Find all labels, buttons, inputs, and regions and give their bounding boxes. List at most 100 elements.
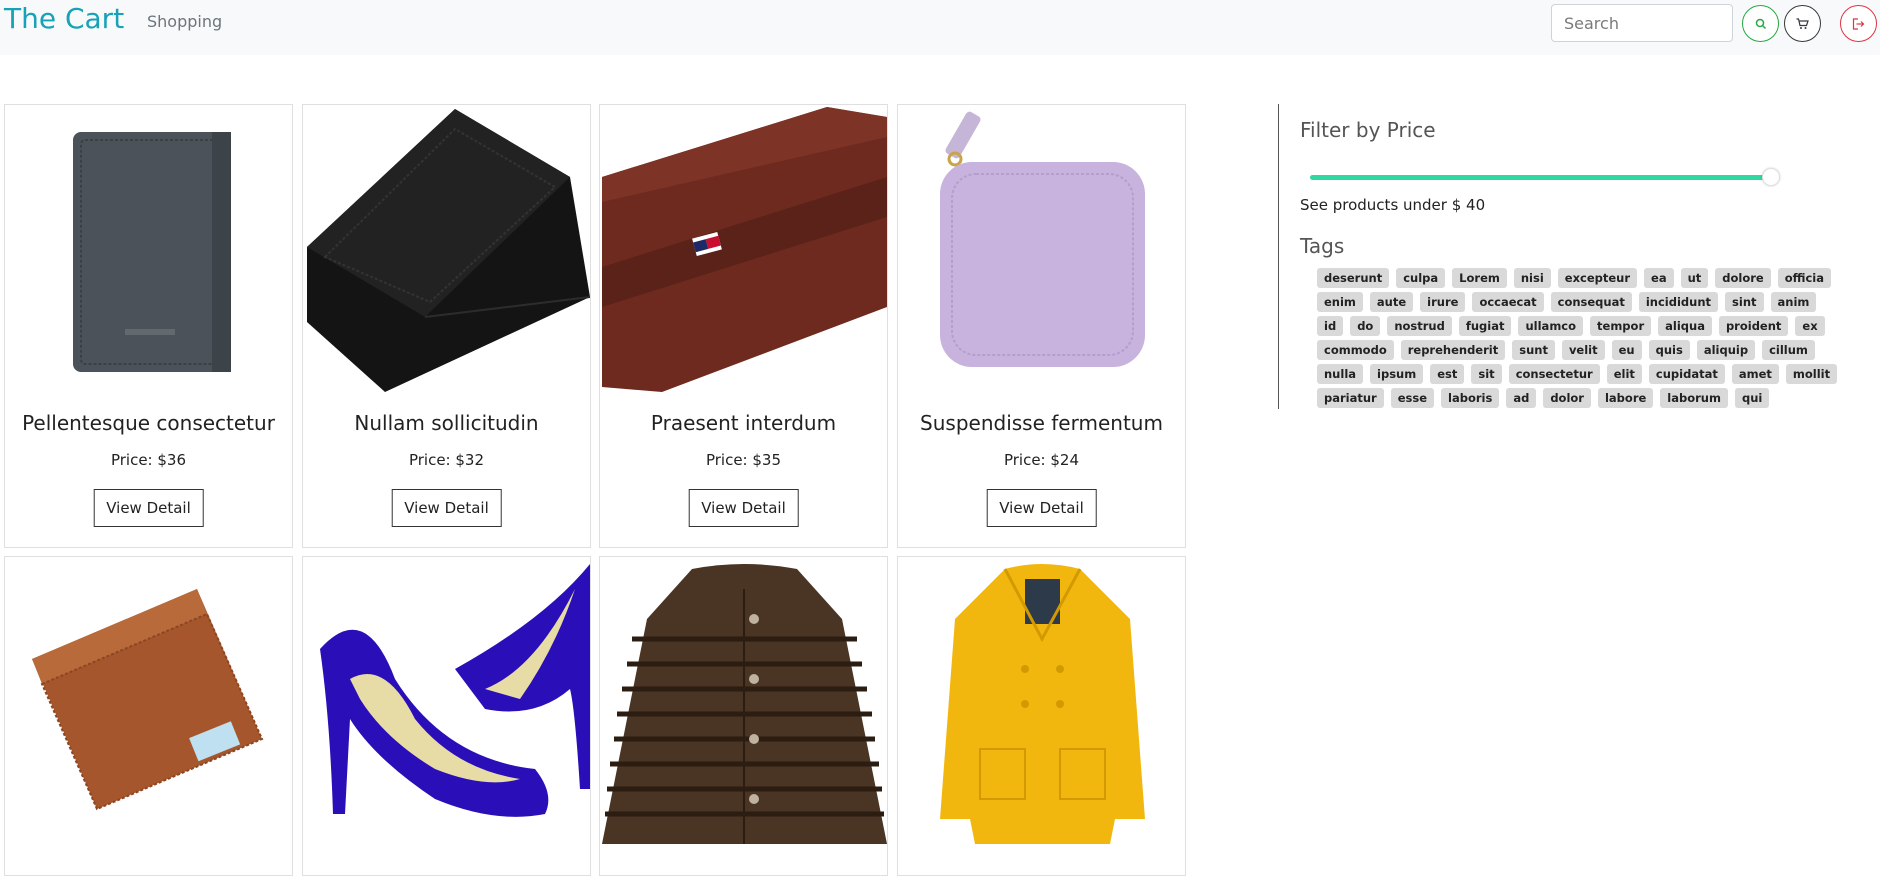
tag-chip[interactable]: dolore: [1715, 268, 1771, 288]
tag-chip[interactable]: consectetur: [1508, 364, 1600, 384]
price-slider-handle[interactable]: [1762, 168, 1780, 186]
brand-logo[interactable]: The Cart: [4, 0, 124, 38]
tag-list: deserunt culpa Lorem nisi excepteur ea ut dolor…: [1317, 268, 1847, 408]
search-input[interactable]: [1551, 4, 1733, 42]
coat-image: [602, 564, 887, 844]
tag-chip[interactable]: tempor: [1590, 316, 1652, 336]
product-title[interactable]: Pellentesque consectetur: [5, 411, 292, 435]
tag-chip[interactable]: nostrud: [1387, 316, 1452, 336]
product-image-gray-wallet[interactable]: [7, 107, 292, 392]
tag-chip[interactable]: excepteur: [1557, 268, 1638, 288]
tag-chip[interactable]: ut: [1680, 268, 1709, 288]
tag-chip[interactable]: nisi: [1513, 268, 1551, 288]
tag-chip[interactable]: elit: [1606, 364, 1642, 384]
product-image-black-wallet[interactable]: [305, 107, 590, 392]
product-image-blue-heels[interactable]: [305, 559, 590, 844]
tags-heading: Tags: [1300, 234, 1345, 258]
tag-chip[interactable]: fugiat: [1458, 316, 1512, 336]
view-detail-button[interactable]: View Detail: [688, 489, 799, 527]
tag-chip[interactable]: aliqua: [1658, 316, 1712, 336]
tag-chip[interactable]: eu: [1611, 340, 1642, 360]
product-price: Price: $24: [1003, 451, 1080, 469]
tag-chip[interactable]: nulla: [1317, 364, 1364, 384]
tag-chip[interactable]: sunt: [1512, 340, 1555, 360]
shoes-image: [320, 564, 590, 817]
product-card: [897, 556, 1186, 876]
tag-chip[interactable]: enim: [1317, 292, 1363, 312]
tag-chip[interactable]: ex: [1795, 316, 1825, 336]
tag-chip[interactable]: reprehenderit: [1400, 340, 1506, 360]
tag-chip[interactable]: incididunt: [1638, 292, 1719, 312]
price-slider-track[interactable]: [1310, 175, 1780, 180]
tag-chip[interactable]: laboris: [1441, 388, 1500, 408]
product-image-yellow-coat[interactable]: [900, 559, 1185, 844]
nav-link-shopping[interactable]: Shopping: [147, 12, 222, 31]
tag-chip[interactable]: consequat: [1550, 292, 1632, 312]
tag-chip[interactable]: sint: [1725, 292, 1764, 312]
product-image-fur-coat[interactable]: [602, 559, 887, 844]
tag-chip[interactable]: aliquip: [1696, 340, 1756, 360]
tag-chip[interactable]: est: [1430, 364, 1465, 384]
tag-chip[interactable]: ad: [1506, 388, 1537, 408]
product-price: Price: $32: [408, 451, 485, 469]
tag-chip[interactable]: velit: [1561, 340, 1605, 360]
tag-chip[interactable]: culpa: [1396, 268, 1446, 288]
navbar: The Cart Shopping: [0, 0, 1880, 55]
tag-chip[interactable]: do: [1350, 316, 1381, 336]
cart-button[interactable]: [1784, 5, 1821, 42]
product-card: Pellentesque consectetur Price: $36 View…: [4, 104, 293, 548]
tag-chip[interactable]: ea: [1644, 268, 1674, 288]
tag-chip[interactable]: qui: [1734, 388, 1770, 408]
product-title[interactable]: Nullam sollicitudin: [303, 411, 590, 435]
tag-chip[interactable]: deserunt: [1317, 268, 1390, 288]
wallet-image: [602, 107, 887, 392]
filter-sidebar: Filter by Price See products under $ 40 …: [1278, 104, 1848, 409]
tag-chip[interactable]: Lorem: [1452, 268, 1507, 288]
tag-chip[interactable]: aute: [1369, 292, 1414, 312]
product-card: [4, 556, 293, 876]
tag-chip[interactable]: proident: [1718, 316, 1789, 336]
tag-chip[interactable]: occaecat: [1472, 292, 1544, 312]
sign-out-icon: [1852, 17, 1865, 30]
tag-chip[interactable]: amet: [1731, 364, 1779, 384]
product-image-lilac-wallet[interactable]: [900, 107, 1185, 392]
view-detail-button[interactable]: View Detail: [986, 489, 1097, 527]
product-card: Nullam sollicitudin Price: $32 View Deta…: [302, 104, 591, 548]
tag-chip[interactable]: officia: [1777, 268, 1831, 288]
tag-chip[interactable]: laborum: [1660, 388, 1728, 408]
cart-icon: [1796, 17, 1809, 29]
view-detail-button[interactable]: View Detail: [93, 489, 204, 527]
tag-chip[interactable]: ullamco: [1518, 316, 1584, 336]
wallet-image: [307, 109, 590, 392]
tag-chip[interactable]: pariatur: [1317, 388, 1384, 408]
logout-button[interactable]: [1840, 5, 1877, 42]
filter-by-price-heading: Filter by Price: [1300, 118, 1436, 142]
tag-chip[interactable]: esse: [1390, 388, 1435, 408]
tag-chip[interactable]: ipsum: [1370, 364, 1424, 384]
tag-chip[interactable]: dolor: [1543, 388, 1591, 408]
tag-chip[interactable]: cillum: [1762, 340, 1815, 360]
tag-chip[interactable]: sit: [1471, 364, 1502, 384]
tag-chip[interactable]: commodo: [1317, 340, 1394, 360]
tag-chip[interactable]: labore: [1597, 388, 1654, 408]
tag-chip[interactable]: quis: [1648, 340, 1690, 360]
product-card: Suspendisse fermentum Price: $24 View De…: [897, 104, 1186, 548]
product-card: Praesent interdum Price: $35 View Detail: [599, 104, 888, 548]
search-icon: [1755, 18, 1766, 29]
product-title[interactable]: Suspendisse fermentum: [898, 411, 1185, 435]
search-button[interactable]: [1742, 5, 1779, 42]
tag-chip[interactable]: irure: [1420, 292, 1466, 312]
product-image-tan-wallet[interactable]: [7, 559, 292, 844]
price-filter-label: See products under $ 40: [1300, 196, 1486, 214]
product-price: Price: $36: [110, 451, 187, 469]
wallet-image: [940, 111, 1145, 367]
product-title[interactable]: Praesent interdum: [600, 411, 887, 435]
product-image-brown-wallet[interactable]: [602, 107, 887, 392]
tag-chip[interactable]: id: [1317, 316, 1344, 336]
product-card: [302, 556, 591, 876]
tag-chip[interactable]: anim: [1770, 292, 1817, 312]
wallet-image: [73, 132, 231, 372]
tag-chip[interactable]: cupidatat: [1648, 364, 1725, 384]
view-detail-button[interactable]: View Detail: [391, 489, 502, 527]
tag-chip[interactable]: mollit: [1785, 364, 1838, 384]
